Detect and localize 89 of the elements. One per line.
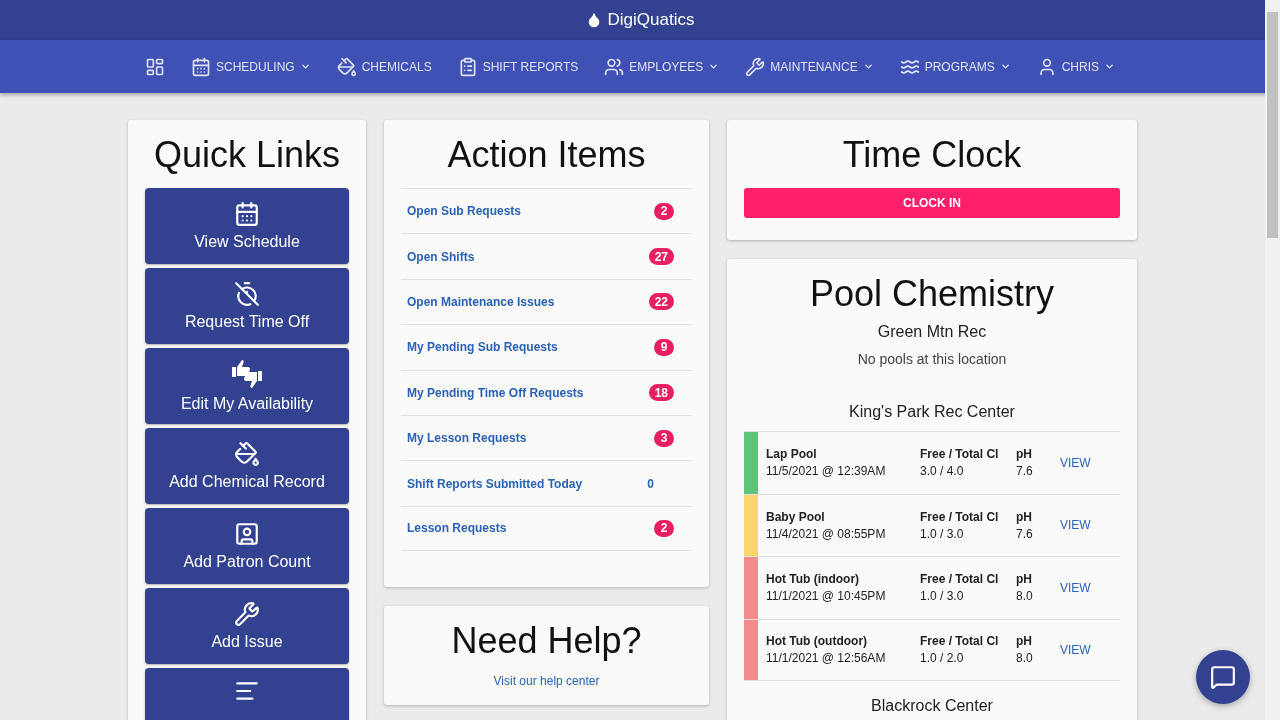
nav-item[interactable]: SHIFT REPORTS bbox=[457, 56, 579, 77]
action-item-link[interactable]: My Pending Time Off Requests bbox=[407, 385, 584, 400]
quick-link-button[interactable]: Add Chemical Record bbox=[145, 428, 349, 504]
nav-item[interactable]: EMPLOYEES bbox=[604, 56, 720, 77]
ph-value: 8.0 bbox=[1016, 651, 1034, 666]
nav-item[interactable]: SCHEDULING bbox=[191, 56, 311, 77]
quick-link-button[interactable]: Add Patron Count bbox=[145, 508, 349, 584]
column-label: pH bbox=[1016, 447, 1033, 462]
nav-dashboard-button[interactable] bbox=[145, 56, 165, 77]
reading-time: 11/5/2021 @ 12:39AM bbox=[766, 464, 887, 479]
app-title: DigiQuatics bbox=[607, 10, 695, 30]
card-title: Need Help? bbox=[450, 620, 643, 663]
quick-link-button[interactable]: Add Issue bbox=[145, 588, 349, 664]
pool-name: Lap Pool bbox=[766, 447, 818, 462]
id-badge-icon bbox=[234, 521, 260, 547]
view-link[interactable]: VIEW bbox=[1060, 432, 1091, 494]
action-item-link[interactable]: Open Shifts bbox=[407, 249, 475, 264]
card-title: Action Items bbox=[446, 134, 647, 176]
reading-time: 11/1/2021 @ 10:45PM bbox=[766, 589, 887, 604]
location-name: Green Mtn Rec bbox=[876, 323, 988, 341]
ph-value: 7.6 bbox=[1016, 464, 1034, 479]
thumbs-up-down-icon bbox=[230, 359, 264, 389]
ph-value: 8.0 bbox=[1016, 589, 1034, 604]
card-title: Time Clock bbox=[841, 134, 1023, 176]
calendar-icon bbox=[234, 201, 260, 227]
ph-value: 7.6 bbox=[1016, 526, 1034, 541]
column-label: Free / Total Cl bbox=[920, 572, 1000, 587]
reading-time: 11/4/2021 @ 08:55PM bbox=[766, 526, 887, 541]
action-item-link[interactable]: My Lesson Requests bbox=[407, 431, 527, 446]
pool-name: Hot Tub (indoor) bbox=[766, 572, 861, 587]
wrench-icon bbox=[745, 56, 766, 77]
nav-item[interactable]: CHRIS bbox=[1036, 56, 1115, 77]
chlorine-value: 1.0 / 3.0 bbox=[920, 589, 965, 604]
reading-time: 11/1/2021 @ 12:56AM bbox=[766, 651, 887, 666]
action-item-link[interactable]: Shift Reports Submitted Today bbox=[407, 476, 583, 491]
column-label: pH bbox=[1016, 634, 1033, 649]
nav-item[interactable]: PROGRAMS bbox=[899, 56, 1011, 77]
action-item-link[interactable]: Open Maintenance Issues bbox=[407, 294, 555, 309]
nav-item[interactable]: MAINTENANCE bbox=[745, 56, 874, 77]
action-item-link[interactable]: Open Sub Requests bbox=[407, 204, 522, 219]
count-badge: 9 bbox=[654, 338, 674, 356]
people-icon bbox=[604, 56, 625, 77]
location-name: Blackrock Center bbox=[870, 697, 994, 715]
caret-icon bbox=[999, 61, 1011, 72]
empty-message: No pools at this location bbox=[856, 351, 1008, 367]
card-title: Pool Chemistry bbox=[808, 273, 1056, 315]
scrollbar[interactable] bbox=[1265, 0, 1280, 720]
quick-link-button[interactable]: Request Time Off bbox=[145, 268, 349, 344]
caret-icon bbox=[299, 61, 311, 72]
quick-link-button[interactable]: View Schedule bbox=[145, 188, 349, 264]
column-label: Free / Total Cl bbox=[920, 634, 1000, 649]
count-badge: 27 bbox=[648, 248, 674, 266]
pool-name: Hot Tub (outdoor) bbox=[766, 634, 869, 649]
timer-off-icon bbox=[234, 281, 260, 307]
action-item-link[interactable]: My Pending Sub Requests bbox=[407, 340, 558, 355]
count-badge: 18 bbox=[648, 384, 674, 402]
pool-name: Baby Pool bbox=[766, 509, 826, 524]
column-label: pH bbox=[1016, 509, 1033, 524]
count-badge: 3 bbox=[654, 429, 674, 447]
chlorine-value: 1.0 / 3.0 bbox=[920, 526, 965, 541]
action-item-link[interactable]: Lesson Requests bbox=[407, 521, 507, 536]
help-center-link[interactable]: Visit our help center bbox=[401, 674, 692, 689]
count-badge: 2 bbox=[654, 519, 674, 537]
caret-icon bbox=[708, 61, 720, 72]
paint-bucket-icon bbox=[234, 441, 260, 467]
chat-icon bbox=[1210, 664, 1236, 690]
view-link[interactable]: VIEW bbox=[1060, 619, 1091, 680]
location-name: King's Park Rec Center bbox=[848, 403, 1016, 421]
wrench-icon bbox=[234, 601, 260, 627]
caret-icon bbox=[1104, 61, 1115, 72]
column-label: Free / Total Cl bbox=[920, 509, 1000, 524]
card-title: Quick Links bbox=[152, 134, 342, 176]
dashboard-icon bbox=[145, 56, 165, 77]
count-badge: 22 bbox=[648, 293, 674, 311]
count-badge: 2 bbox=[654, 202, 674, 220]
calendar-icon bbox=[191, 56, 211, 77]
column-label: Free / Total Cl bbox=[920, 447, 1000, 462]
caret-icon bbox=[862, 61, 874, 72]
paint-bucket-icon bbox=[336, 56, 357, 77]
count-text: 0 bbox=[647, 475, 654, 493]
quick-link-button[interactable]: Edit My Availability bbox=[145, 348, 349, 424]
chat-button[interactable] bbox=[1196, 650, 1250, 704]
view-link[interactable]: VIEW bbox=[1060, 557, 1091, 619]
column-label: pH bbox=[1016, 572, 1033, 587]
clock-in-button[interactable]: CLOCK IN bbox=[744, 188, 1120, 218]
nav-item[interactable]: CHEMICALS bbox=[336, 56, 432, 77]
view-link[interactable]: VIEW bbox=[1060, 494, 1091, 556]
chlorine-value: 3.0 / 4.0 bbox=[920, 464, 965, 479]
chlorine-value: 1.0 / 2.0 bbox=[920, 651, 965, 666]
